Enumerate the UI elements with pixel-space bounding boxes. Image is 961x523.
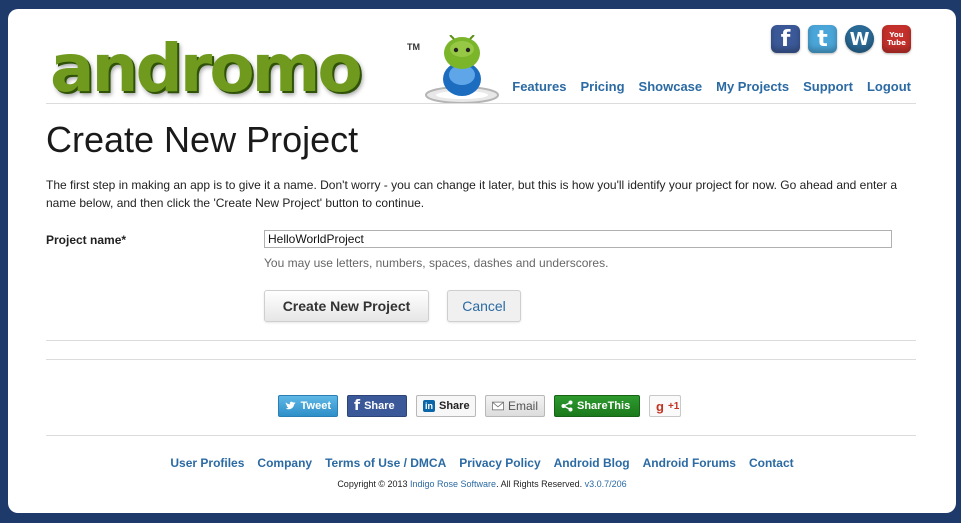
sharethis-label: ShareThis <box>577 400 631 412</box>
youtube-glyph: You Tube <box>887 31 906 47</box>
wordpress-glyph: W <box>849 28 870 50</box>
facebook-icon[interactable]: f <box>771 25 800 53</box>
nav-support[interactable]: Support <box>803 79 853 94</box>
share-divider-top <box>46 359 916 360</box>
company-link[interactable]: Indigo Rose Software <box>410 479 496 489</box>
wordpress-icon[interactable]: W <box>845 25 874 53</box>
project-name-help: You may use letters, numbers, spaces, da… <box>264 256 609 270</box>
facebook-share-icon: f <box>354 398 361 414</box>
create-project-button[interactable]: Create New Project <box>264 290 429 322</box>
envelope-icon <box>492 401 504 411</box>
copyright: Copyright © 2013 Indigo Rose Software. A… <box>8 479 956 489</box>
nav-showcase[interactable]: Showcase <box>639 79 703 94</box>
logo-trademark: TM <box>407 42 420 52</box>
footer-divider <box>46 435 916 436</box>
footer-links: User Profiles Company Terms of Use / DMC… <box>8 456 956 470</box>
header-divider <box>46 103 916 104</box>
tweet-label: Tweet <box>300 400 331 412</box>
twitter-icon[interactable]: t <box>808 25 837 53</box>
email-share-label: Email <box>507 399 538 413</box>
facebook-share-button[interactable]: f Share <box>347 395 407 417</box>
twitter-glyph: t <box>817 26 828 52</box>
andromo-logo[interactable]: andromo TM <box>50 29 505 109</box>
youtube-icon[interactable]: You Tube <box>882 25 911 53</box>
footer-user-profiles[interactable]: User Profiles <box>170 456 244 470</box>
linkedin-icon: in <box>423 400 435 412</box>
google-plus-button[interactable]: g +1 <box>649 395 681 417</box>
project-name-input[interactable] <box>264 230 892 248</box>
share-nodes-icon <box>561 400 573 412</box>
footer-terms[interactable]: Terms of Use / DMCA <box>325 456 446 470</box>
android-mascot-icon <box>425 35 499 104</box>
logo-wordmark: andromo <box>50 30 363 107</box>
footer-privacy[interactable]: Privacy Policy <box>459 456 540 470</box>
footer-contact[interactable]: Contact <box>749 456 794 470</box>
nav-my-projects[interactable]: My Projects <box>716 79 789 94</box>
version-link[interactable]: v3.0.7/206 <box>585 479 627 489</box>
footer-android-forums[interactable]: Android Forums <box>643 456 736 470</box>
share-bar: Tweet f Share in Share Email ShareThis g… <box>278 395 681 417</box>
facebook-glyph: f <box>780 26 791 52</box>
project-name-label: Project name* <box>46 233 127 247</box>
copyright-rights: . All Rights Reserved. <box>496 479 583 489</box>
email-share-button[interactable]: Email <box>485 395 545 417</box>
footer-android-blog[interactable]: Android Blog <box>554 456 630 470</box>
copyright-prefix: Copyright © 2013 <box>337 479 408 489</box>
sharethis-button[interactable]: ShareThis <box>554 395 640 417</box>
page-card: andromo TM f t W You Tube Features Prici… <box>8 9 956 513</box>
intro-text: The first step in making an app is to gi… <box>46 178 898 210</box>
main-nav: Features Pricing Showcase My Projects Su… <box>512 79 911 94</box>
form-divider <box>46 340 916 341</box>
nav-logout[interactable]: Logout <box>867 79 911 94</box>
footer-company[interactable]: Company <box>257 456 312 470</box>
cancel-button[interactable]: Cancel <box>447 290 521 322</box>
twitter-bird-icon <box>285 401 296 410</box>
linkedin-share-label: Share <box>439 400 470 412</box>
facebook-share-label: Share <box>364 400 395 412</box>
google-plus-label: +1 <box>667 400 680 412</box>
google-plus-icon: g <box>656 398 664 414</box>
nav-features[interactable]: Features <box>512 79 566 94</box>
page-title: Create New Project <box>46 119 359 160</box>
nav-pricing[interactable]: Pricing <box>580 79 624 94</box>
tweet-button[interactable]: Tweet <box>278 395 338 417</box>
social-links: f t W You Tube <box>771 25 911 53</box>
linkedin-share-button[interactable]: in Share <box>416 395 476 417</box>
